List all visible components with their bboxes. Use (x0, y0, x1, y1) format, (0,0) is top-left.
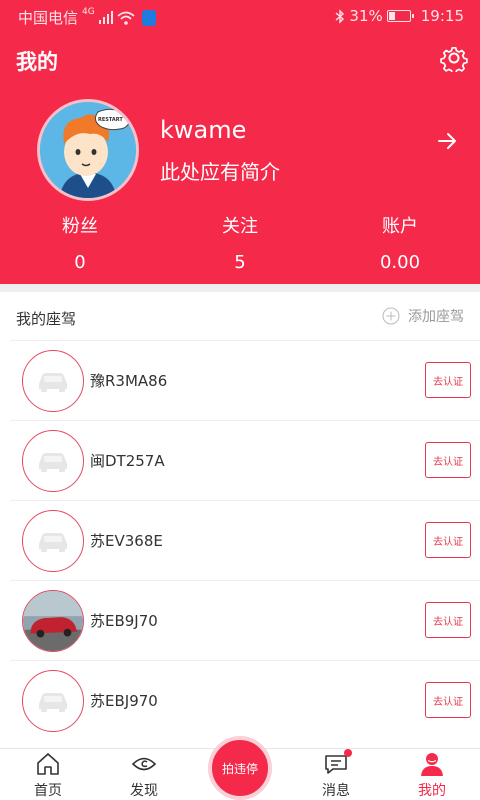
tab-home[interactable]: 首页 (0, 749, 96, 800)
wifi-icon (117, 11, 135, 25)
tab-profile-label: 我的 (418, 783, 446, 799)
car-row[interactable]: 闽DT257A 去认证 (10, 420, 480, 500)
fans-label[interactable]: 粉丝 (20, 212, 140, 238)
car-row[interactable]: 苏EBJ970 去认证 (10, 660, 480, 740)
profile-header: 中国电信 4G 31% 19:15 我的 RESTART kwame 此处应有简… (0, 0, 480, 284)
car-avatar (22, 590, 84, 652)
car-avatar (22, 350, 84, 412)
car-avatar (22, 430, 84, 492)
user-avatar[interactable]: RESTART (37, 99, 139, 201)
security-app-icon (141, 9, 156, 26)
tab-messages-label: 消息 (322, 783, 350, 799)
car-plate: 闽DT257A (90, 452, 165, 470)
battery-percent: 31% (349, 7, 383, 25)
tab-discover-label: 发现 (130, 783, 158, 799)
network-type: 4G (82, 7, 95, 17)
plus-circle-icon (382, 307, 400, 325)
verify-button[interactable]: 去认证 (425, 602, 471, 638)
car-plate: 苏EB9J70 (90, 612, 158, 630)
car-placeholder-icon (39, 533, 67, 552)
tab-messages[interactable]: 消息 (288, 749, 384, 800)
home-icon (37, 753, 59, 775)
profile-icon (421, 753, 443, 776)
bluetooth-icon (335, 8, 345, 24)
verify-button[interactable]: 去认证 (425, 682, 471, 718)
car-avatar (22, 510, 84, 572)
car-photo (23, 591, 83, 651)
unread-badge (344, 749, 352, 757)
message-icon-wrap (323, 749, 352, 777)
page-title: 我的 (16, 50, 58, 74)
following-label[interactable]: 关注 (180, 212, 300, 238)
following-count: 5 (234, 252, 246, 273)
account-balance: 0.00 (379, 252, 421, 273)
tab-discover[interactable]: 发现 (96, 749, 192, 800)
battery-icon (386, 10, 414, 22)
verify-button[interactable]: 去认证 (425, 442, 471, 478)
verify-button[interactable]: 去认证 (425, 362, 471, 398)
car-row[interactable]: 豫R3MA86 去认证 (10, 340, 480, 420)
avatar-bubble-text: RESTART (98, 117, 123, 123)
clock-time: 19:15 (420, 7, 464, 25)
account-label[interactable]: 账户 (340, 212, 460, 238)
car-row[interactable]: 苏EV368E 去认证 (10, 500, 480, 580)
tab-home-label: 首页 (34, 783, 62, 799)
arrow-right-icon[interactable] (436, 130, 458, 152)
car-placeholder-icon (39, 693, 67, 712)
signal-icon (98, 11, 113, 24)
car-placeholder-icon (39, 373, 67, 392)
eye-icon (131, 757, 157, 771)
add-car-button[interactable]: 添加座驾 (382, 306, 464, 326)
status-bar: 中国电信 4G 31% 19:15 (0, 0, 480, 32)
car-plate: 苏EBJ970 (90, 692, 158, 710)
my-cars-title: 我的座驾 (16, 310, 77, 328)
car-row[interactable]: 苏EB9J70 去认证 (10, 580, 480, 660)
tab-profile[interactable]: 我的 (384, 749, 480, 800)
section-divider (0, 284, 480, 292)
add-car-label: 添加座驾 (408, 309, 464, 325)
user-bio: 此处应有简介 (160, 160, 280, 184)
report-parking-label: 拍违停 (221, 761, 258, 776)
car-plate: 豫R3MA86 (90, 372, 168, 390)
verify-button[interactable]: 去认证 (425, 522, 471, 558)
fans-count: 0 (74, 252, 86, 273)
car-avatar (22, 670, 84, 732)
car-plate: 苏EV368E (90, 532, 163, 550)
car-placeholder-icon (39, 453, 67, 472)
report-parking-button[interactable]: 拍违停 (208, 736, 272, 800)
username: kwame (160, 116, 247, 144)
gear-icon[interactable] (440, 44, 468, 72)
carrier-name: 中国电信 (18, 9, 79, 27)
